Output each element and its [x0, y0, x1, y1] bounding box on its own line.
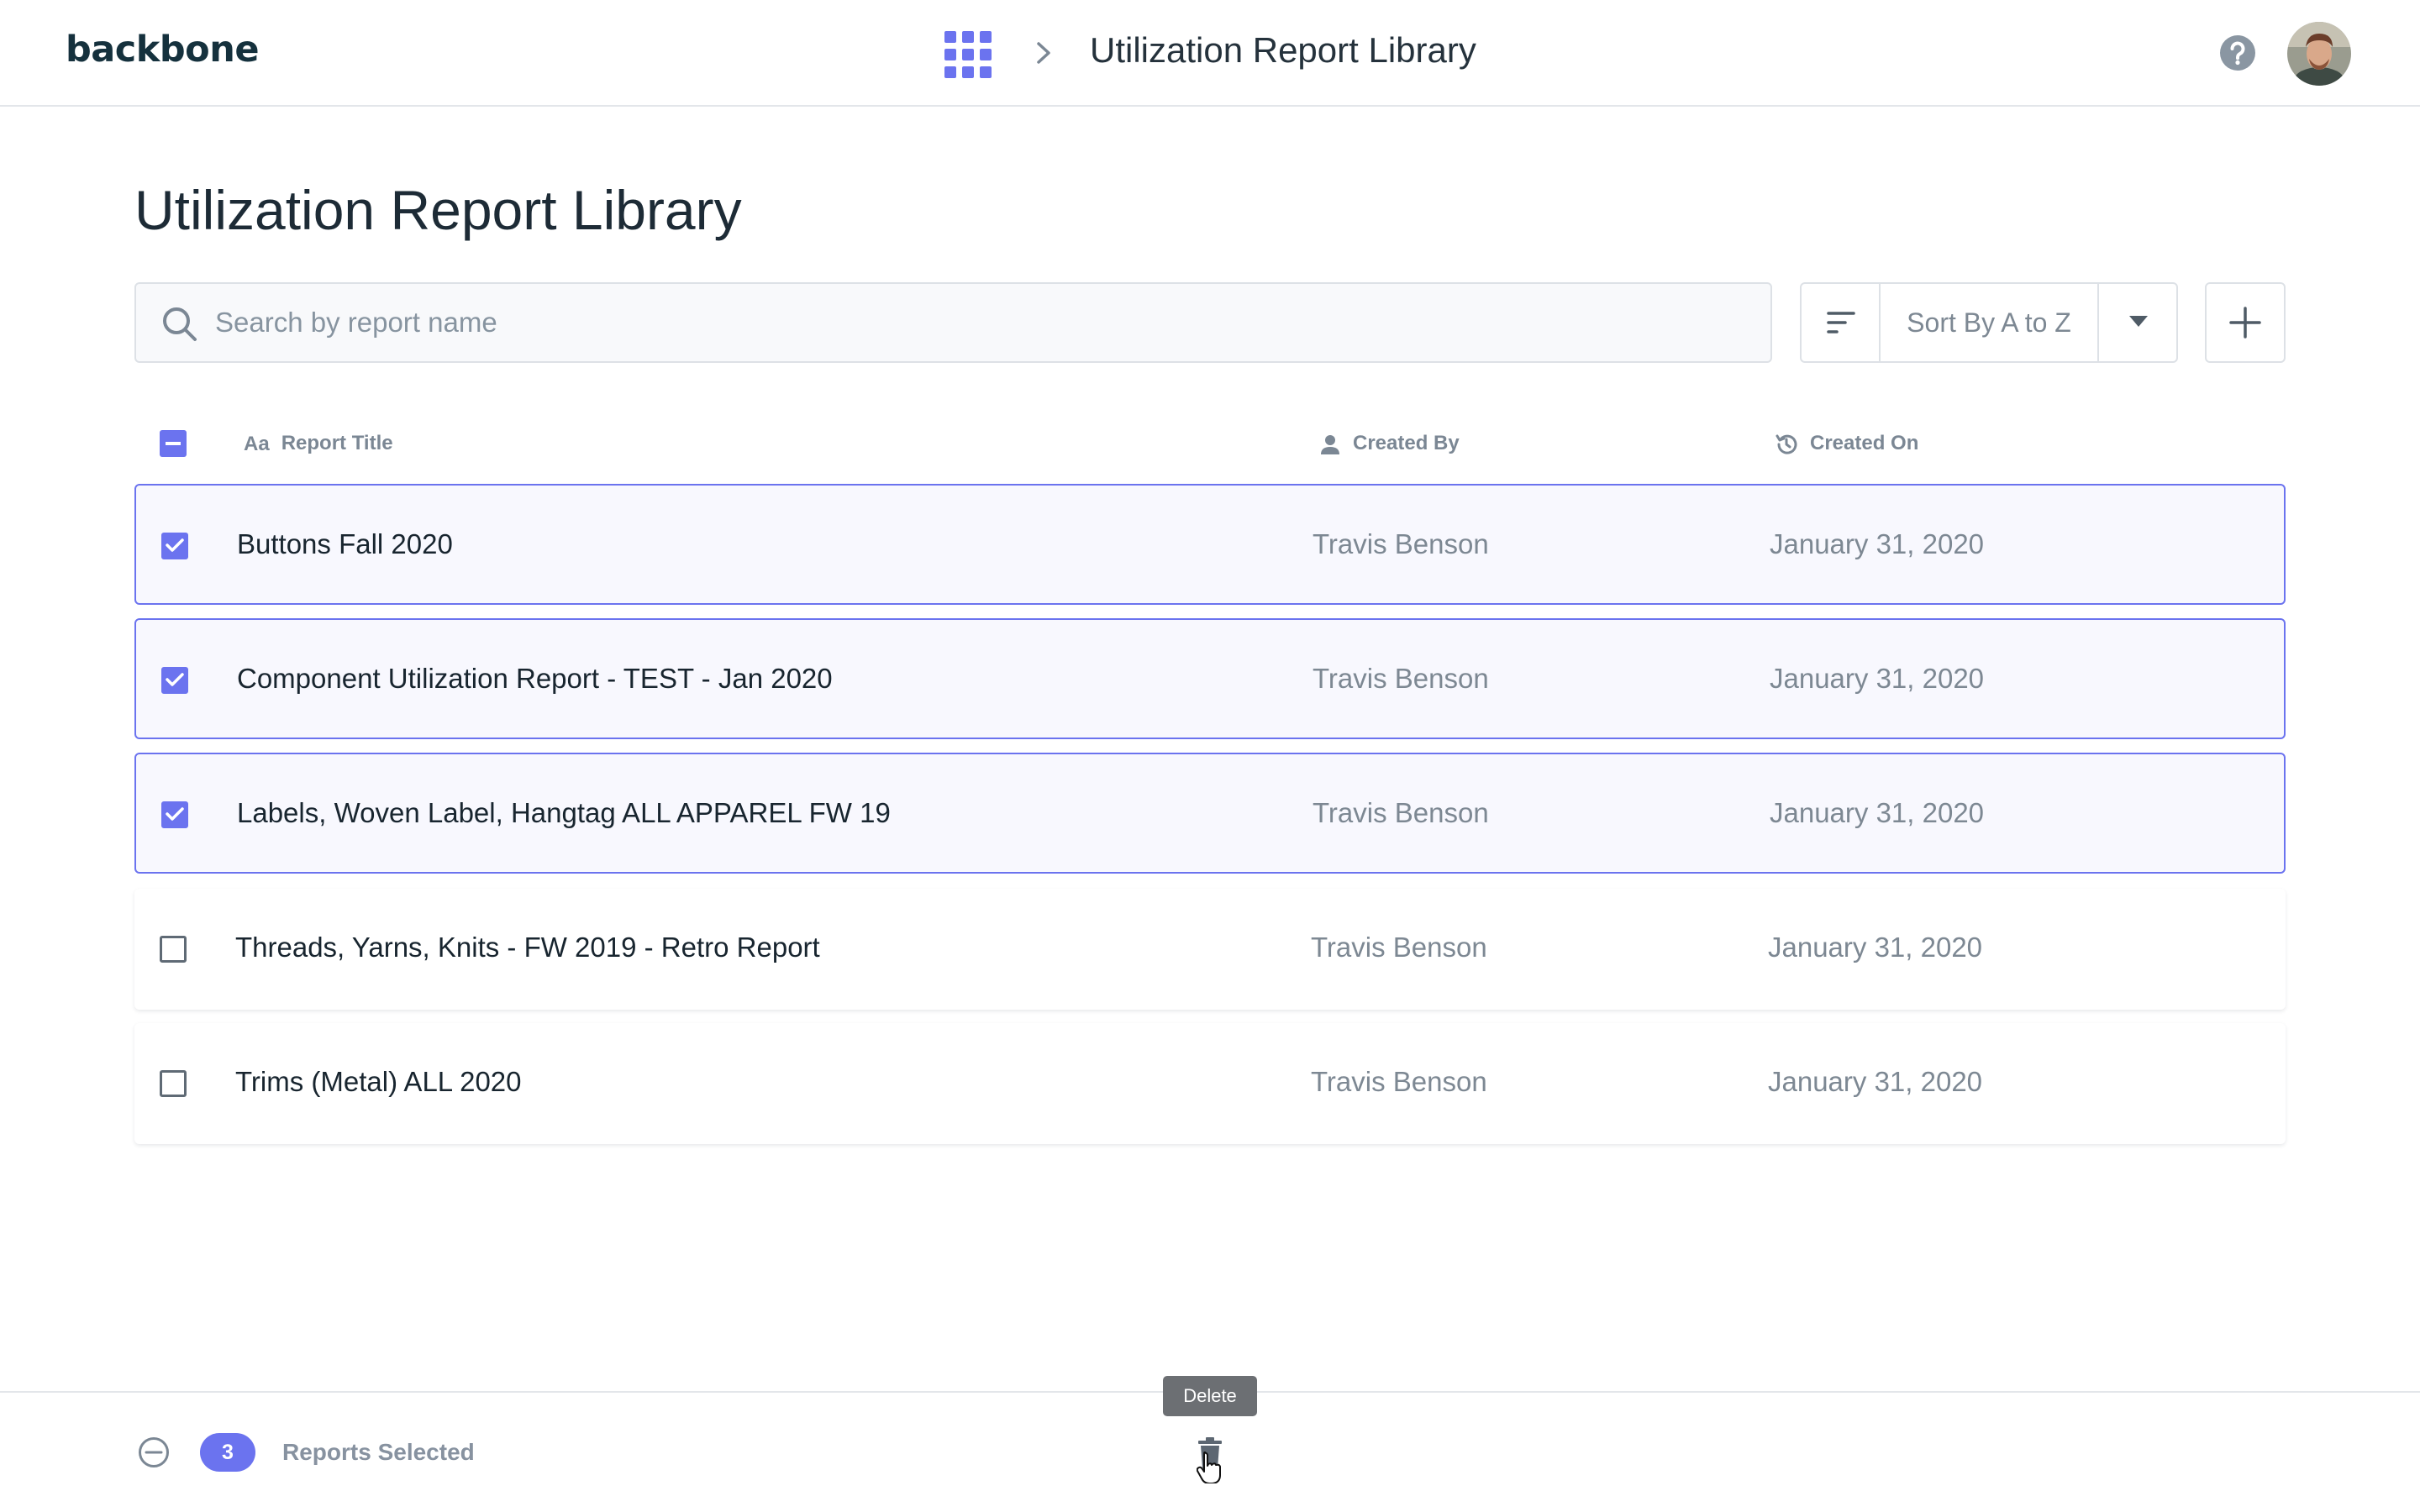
search-box — [134, 282, 1772, 363]
avatar-image — [2287, 22, 2351, 86]
selected-count-label: Reports Selected — [282, 1439, 475, 1465]
table-row[interactable]: Trims (Metal) ALL 2020 Travis Benson Jan… — [134, 1023, 2286, 1144]
row-checkbox[interactable] — [161, 533, 188, 559]
sort-dropdown-button[interactable] — [2101, 284, 2176, 361]
sort-order-button[interactable] — [1802, 284, 1881, 361]
checkmark-icon — [166, 807, 184, 821]
table-row[interactable]: Component Utilization Report - TEST - Ja… — [134, 618, 2286, 739]
checkmark-icon — [166, 538, 184, 552]
created-on: January 31, 2020 — [1770, 797, 1985, 828]
created-by: Travis Benson — [1313, 797, 1489, 828]
column-header-title[interactable]: Aa Report Title — [244, 420, 393, 467]
sort-select-value[interactable]: Sort By A to Z — [1881, 284, 2099, 361]
add-report-button[interactable] — [2205, 282, 2286, 363]
checkmark-icon — [166, 673, 184, 686]
report-title[interactable]: Buttons Fall 2020 — [237, 486, 453, 603]
created-by: Travis Benson — [1313, 528, 1489, 559]
created-on: January 31, 2020 — [1768, 932, 1983, 963]
column-header-title-label: Report Title — [281, 432, 393, 454]
row-checkbox[interactable] — [160, 1070, 187, 1097]
apps-grid-icon[interactable] — [944, 31, 992, 78]
report-title[interactable]: Labels, Woven Label, Hangtag ALL APPAREL… — [237, 754, 891, 872]
user-avatar[interactable] — [2287, 22, 2351, 86]
report-title[interactable]: Component Utilization Report - TEST - Ja… — [237, 620, 833, 738]
row-checkbox[interactable] — [161, 667, 188, 694]
column-header-created-on[interactable]: Created On — [1775, 420, 1918, 467]
created-by: Travis Benson — [1311, 932, 1487, 963]
table-row[interactable]: Labels, Woven Label, Hangtag ALL APPAREL… — [134, 753, 2286, 874]
column-header-created-by[interactable]: Created By — [1319, 420, 1460, 467]
text-type-icon: Aa — [244, 432, 270, 455]
search-input[interactable] — [215, 286, 1753, 360]
help-icon[interactable] — [2219, 34, 2256, 71]
table-header: Aa Report Title Created By Created On — [134, 420, 2286, 467]
app-logo[interactable]: backbone — [66, 29, 259, 71]
page-title: Utilization Report Library — [134, 179, 742, 241]
sort-lines-icon — [1827, 312, 1855, 333]
select-all-checkbox[interactable] — [160, 430, 187, 457]
report-title[interactable]: Threads, Yarns, Knits - FW 2019 - Retro … — [235, 889, 820, 1006]
breadcrumb-current: Utilization Report Library — [1090, 30, 1476, 70]
sort-control: Sort By A to Z — [1800, 282, 2178, 363]
top-bar: backbone Utilization Report Library — [0, 0, 2420, 107]
caret-down-icon — [2129, 316, 2148, 327]
created-on: January 31, 2020 — [1770, 663, 1985, 694]
column-header-created-on-label: Created On — [1810, 432, 1919, 454]
column-header-created-by-label: Created By — [1353, 432, 1460, 454]
hand-cursor-icon — [1197, 1452, 1221, 1483]
created-on: January 31, 2020 — [1770, 528, 1985, 559]
selected-count-badge: 3 — [200, 1433, 255, 1472]
table-row[interactable]: Buttons Fall 2020 Travis Benson January … — [134, 484, 2286, 605]
delete-tooltip: Delete — [1163, 1376, 1257, 1416]
table-row[interactable]: Threads, Yarns, Knits - FW 2019 - Retro … — [134, 889, 2286, 1010]
plus-icon — [2229, 307, 2261, 339]
created-by: Travis Benson — [1311, 1066, 1487, 1097]
search-icon — [163, 307, 197, 341]
created-on: January 31, 2020 — [1768, 1066, 1983, 1097]
person-icon — [1321, 434, 1339, 454]
chevron-right-icon — [1037, 42, 1050, 64]
row-checkbox[interactable] — [160, 936, 187, 963]
history-icon — [1776, 434, 1797, 454]
row-checkbox[interactable] — [161, 801, 188, 828]
report-title[interactable]: Trims (Metal) ALL 2020 — [235, 1023, 522, 1141]
created-by: Travis Benson — [1313, 663, 1489, 694]
deselect-all-icon[interactable] — [138, 1436, 170, 1468]
